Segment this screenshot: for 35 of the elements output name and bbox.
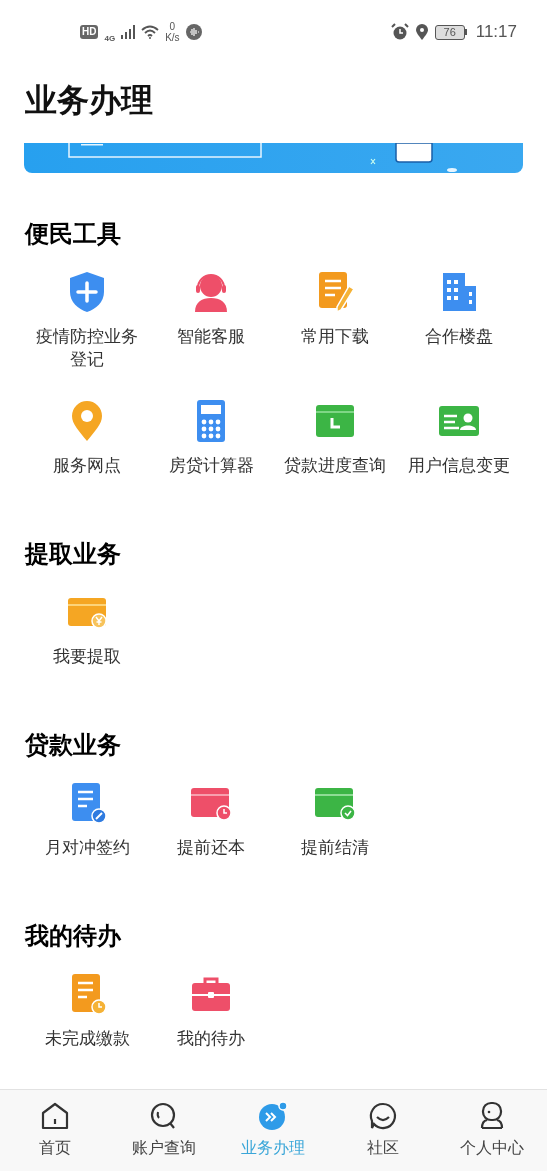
service-item[interactable]: 房贷计算器 <box>149 397 273 477</box>
service-item[interactable]: 月对冲签约 <box>25 779 149 859</box>
location-icon <box>415 24 428 40</box>
section-heading: 我的待办 <box>24 921 122 951</box>
forward-badge-icon <box>257 1100 290 1132</box>
clock-time: 11:17 <box>475 21 517 44</box>
service-item[interactable]: 用户信息变更 <box>397 397 521 477</box>
service-item[interactable]: 我要提取 <box>25 588 149 668</box>
service-item[interactable]: 贷款进度查询 <box>273 397 397 477</box>
section-heading: 贷款业务 <box>24 730 122 760</box>
service-item[interactable]: 疫情防控业务登记 <box>25 268 149 371</box>
nav-tab[interactable]: 首页 <box>0 1090 110 1171</box>
service-item[interactable]: 智能客服 <box>149 268 273 371</box>
page-title: 业务办理 <box>24 81 154 120</box>
signal-icon <box>121 25 136 39</box>
service-item[interactable]: 合作楼盘 <box>397 268 521 371</box>
sound-wave-icon <box>185 24 202 40</box>
service-item[interactable]: 提前结清 <box>273 779 397 859</box>
network-type: 4G <box>104 33 116 45</box>
service-item[interactable]: 未完成缴款 <box>25 970 149 1050</box>
service-item[interactable]: 常用下载 <box>273 268 397 371</box>
nav-tab[interactable]: 账户查询 <box>109 1090 219 1171</box>
hd-badge: HD <box>80 25 99 39</box>
alarm-icon <box>390 23 409 41</box>
speed-unit: K/s <box>165 32 180 43</box>
battery-indicator: 76 <box>434 24 467 40</box>
nav-tab[interactable]: 社区 <box>328 1090 438 1171</box>
service-item[interactable]: 我的待办 <box>149 970 273 1050</box>
service-item[interactable]: 服务网点 <box>25 397 149 477</box>
section-heading: 便民工具 <box>23 219 122 249</box>
wifi-icon <box>141 25 160 39</box>
section-heading: 提取业务 <box>23 539 122 569</box>
service-item[interactable]: 提前还本 <box>149 779 273 859</box>
nav-tab[interactable]: 个人中心 <box>437 1090 547 1171</box>
speed-value: 0 <box>169 21 176 32</box>
